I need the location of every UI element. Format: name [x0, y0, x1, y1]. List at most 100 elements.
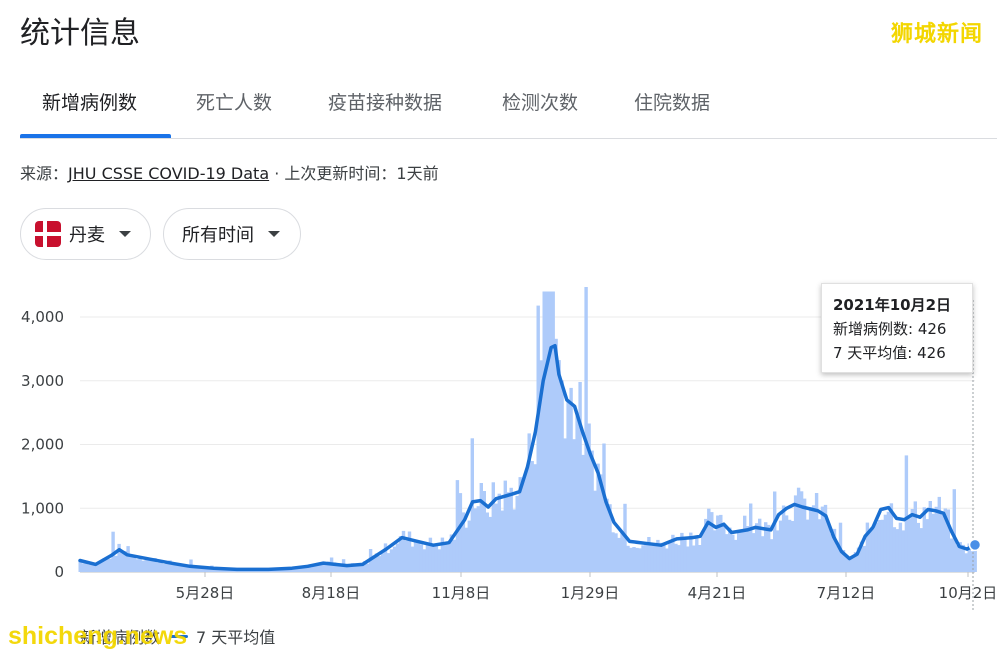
daily-case-bar — [452, 539, 457, 572]
daily-case-bar — [614, 533, 618, 572]
daily-case-bar — [434, 545, 439, 572]
daily-case-bar — [814, 493, 819, 572]
daily-case-bar — [964, 553, 968, 572]
daily-case-bar — [698, 545, 702, 572]
tab-hospitalizations[interactable]: 住院数据 — [634, 88, 710, 115]
daily-case-bar — [584, 287, 588, 572]
daily-case-bar — [952, 489, 956, 572]
daily-case-bar — [904, 455, 909, 572]
daily-case-bar — [392, 546, 397, 572]
daily-case-bar — [560, 380, 564, 572]
time-range-value: 所有时间 — [182, 225, 254, 246]
daily-case-bar — [710, 512, 714, 572]
daily-case-bar — [635, 547, 639, 572]
daily-case-bar — [949, 538, 953, 572]
daily-case-bar — [506, 492, 510, 572]
daily-case-bar — [862, 545, 867, 572]
daily-case-bar — [446, 544, 451, 572]
x-tick-label: 1月29日 — [561, 584, 620, 602]
source-link[interactable]: JHU CSSE COVID-19 Data — [68, 164, 269, 183]
daily-case-bar — [443, 542, 448, 572]
x-tick-label: 5月28日 — [176, 584, 235, 602]
y-tick-label: 3,000 — [21, 372, 64, 390]
daily-case-bar — [365, 563, 370, 572]
daily-case-bar — [309, 567, 313, 572]
daily-case-bar — [416, 542, 421, 572]
daily-case-bar — [731, 534, 735, 572]
x-tick-label: 10月2日 — [939, 584, 997, 602]
tab-tests[interactable]: 检测次数 — [502, 88, 578, 115]
last-updated: · 上次更新时间：1天前 — [269, 164, 439, 183]
x-tick-label: 8月18日 — [302, 584, 361, 602]
daily-case-bar — [389, 549, 394, 572]
daily-case-bar — [135, 559, 139, 572]
daily-case-bar — [925, 519, 929, 572]
daily-case-bar — [922, 507, 926, 572]
daily-case-bar — [491, 482, 495, 572]
daily-case-bar — [524, 472, 528, 572]
daily-case-bar — [665, 548, 669, 572]
daily-case-bar — [826, 524, 831, 572]
daily-case-bar — [521, 481, 525, 572]
daily-case-bar — [590, 450, 594, 572]
daily-case-bar — [668, 542, 672, 572]
y-tick-label: 0 — [54, 563, 64, 581]
daily-case-bar — [659, 542, 663, 572]
daily-case-bar — [542, 291, 546, 572]
daily-case-bar — [934, 506, 938, 572]
daily-case-bar — [602, 443, 606, 572]
tab-vaccinations[interactable]: 疫苗接种数据 — [328, 88, 442, 115]
daily-case-bar — [563, 438, 567, 572]
daily-case-bar — [593, 490, 597, 572]
daily-case-bar — [533, 464, 537, 572]
daily-case-bar — [566, 400, 570, 572]
daily-case-bar — [910, 509, 914, 572]
daily-case-bar — [545, 291, 549, 572]
daily-case-bar — [868, 530, 873, 572]
daily-case-bar — [620, 531, 624, 572]
daily-case-bar — [692, 545, 696, 572]
daily-case-bar — [473, 508, 477, 572]
daily-case-bar — [138, 558, 142, 572]
daily-case-bar — [581, 454, 585, 572]
daily-case-bar — [677, 545, 681, 572]
daily-case-bar — [87, 564, 91, 572]
tab-new-cases[interactable]: 新增病例数 — [42, 88, 137, 115]
daily-case-bar — [775, 530, 780, 572]
source-prefix: 来源： — [20, 164, 69, 183]
daily-case-bar — [422, 549, 427, 572]
daily-case-bar — [458, 493, 463, 572]
daily-case-bar — [114, 555, 118, 572]
daily-case-bar — [752, 533, 756, 572]
tooltip-date: 2021年10月2日 — [833, 296, 952, 314]
daily-case-bar — [644, 543, 648, 572]
daily-case-bar — [437, 549, 442, 572]
legend-line-label: 7 天平均值 — [196, 628, 276, 647]
daily-case-bar — [126, 546, 130, 572]
daily-case-bar — [404, 540, 409, 572]
country-value: 丹麦 — [69, 225, 105, 246]
time-range-select[interactable]: 所有时间 — [163, 208, 301, 260]
tooltip-average: 7 天平均值: 426 — [833, 344, 946, 362]
x-tick-label: 11月8日 — [432, 584, 491, 602]
daily-case-bar — [515, 495, 519, 572]
daily-case-bar — [497, 493, 501, 572]
daily-case-bar — [734, 539, 738, 572]
daily-case-bar — [575, 415, 579, 572]
tab-deaths[interactable]: 死亡人数 — [196, 88, 272, 115]
daily-case-bar — [509, 487, 513, 572]
daily-case-bar — [913, 501, 917, 572]
active-tab-indicator — [20, 134, 171, 138]
daily-case-bar — [781, 505, 786, 572]
daily-case-bar — [641, 545, 645, 572]
daily-case-bar — [755, 523, 759, 572]
daily-case-bar — [377, 556, 382, 572]
daily-case-bar — [551, 291, 555, 572]
daily-case-bar — [129, 555, 133, 572]
daily-case-bar — [530, 461, 534, 572]
daily-case-bar — [937, 496, 941, 572]
daily-case-bar — [799, 491, 804, 572]
daily-case-bar — [877, 520, 882, 572]
country-select[interactable]: 丹麦 — [20, 208, 151, 260]
daily-case-bar — [749, 503, 753, 572]
